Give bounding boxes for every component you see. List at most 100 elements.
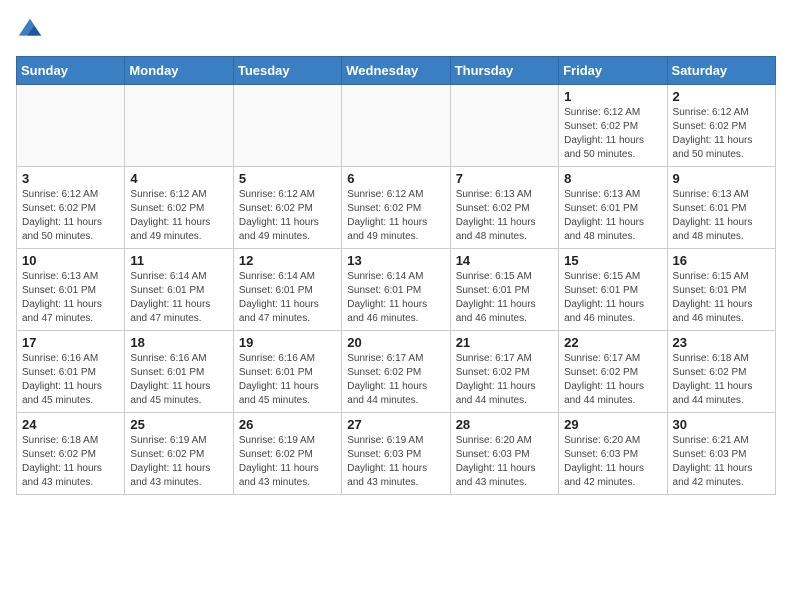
logo [16, 16, 48, 44]
calendar-cell: 22 Sunrise: 6:17 AM Sunset: 6:02 PM Dayli… [559, 331, 667, 413]
day-info: Sunrise: 6:17 AM Sunset: 6:02 PM Dayligh… [564, 352, 661, 408]
day-number: 19 [239, 335, 336, 350]
day-number: 27 [347, 417, 444, 432]
day-number: 21 [456, 335, 553, 350]
calendar-cell: 30 Sunrise: 6:21 AM Sunset: 6:03 PM Dayli… [667, 413, 775, 495]
day-number: 26 [239, 417, 336, 432]
calendar-cell: 9 Sunrise: 6:13 AM Sunset: 6:01 PM Daylig… [667, 167, 775, 249]
calendar-cell: 24 Sunrise: 6:18 AM Sunset: 6:02 PM Dayli… [17, 413, 125, 495]
day-number: 28 [456, 417, 553, 432]
calendar-cell: 29 Sunrise: 6:20 AM Sunset: 6:03 PM Dayli… [559, 413, 667, 495]
day-info: Sunrise: 6:19 AM Sunset: 6:03 PM Dayligh… [347, 434, 444, 490]
day-info: Sunrise: 6:20 AM Sunset: 6:03 PM Dayligh… [564, 434, 661, 490]
calendar-cell [450, 85, 558, 167]
day-number: 29 [564, 417, 661, 432]
day-number: 14 [456, 253, 553, 268]
day-number: 15 [564, 253, 661, 268]
calendar-cell [17, 85, 125, 167]
calendar-cell: 8 Sunrise: 6:13 AM Sunset: 6:01 PM Daylig… [559, 167, 667, 249]
day-info: Sunrise: 6:18 AM Sunset: 6:02 PM Dayligh… [673, 352, 770, 408]
day-number: 8 [564, 171, 661, 186]
day-number: 18 [130, 335, 227, 350]
calendar-cell: 14 Sunrise: 6:15 AM Sunset: 6:01 PM Dayli… [450, 249, 558, 331]
day-info: Sunrise: 6:12 AM Sunset: 6:02 PM Dayligh… [22, 188, 119, 244]
day-info: Sunrise: 6:12 AM Sunset: 6:02 PM Dayligh… [564, 106, 661, 162]
calendar-cell: 16 Sunrise: 6:15 AM Sunset: 6:01 PM Dayli… [667, 249, 775, 331]
calendar-week-row: 3 Sunrise: 6:12 AM Sunset: 6:02 PM Daylig… [17, 167, 776, 249]
day-info: Sunrise: 6:17 AM Sunset: 6:02 PM Dayligh… [456, 352, 553, 408]
calendar-cell [342, 85, 450, 167]
calendar-cell [233, 85, 341, 167]
calendar-header-thursday: Thursday [450, 57, 558, 85]
day-number: 11 [130, 253, 227, 268]
calendar-cell: 28 Sunrise: 6:20 AM Sunset: 6:03 PM Dayli… [450, 413, 558, 495]
day-info: Sunrise: 6:13 AM Sunset: 6:02 PM Dayligh… [456, 188, 553, 244]
day-info: Sunrise: 6:19 AM Sunset: 6:02 PM Dayligh… [239, 434, 336, 490]
logo-icon [16, 16, 44, 44]
calendar-cell: 2 Sunrise: 6:12 AM Sunset: 6:02 PM Daylig… [667, 85, 775, 167]
calendar-week-row: 10Sunrise: 6:13 AM Sunset: 6:01 PM Dayli… [17, 249, 776, 331]
calendar-week-row: 24 Sunrise: 6:18 AM Sunset: 6:02 PM Dayli… [17, 413, 776, 495]
day-info: Sunrise: 6:15 AM Sunset: 6:01 PM Dayligh… [673, 270, 770, 326]
day-number: 20 [347, 335, 444, 350]
calendar-week-row: 17 Sunrise: 6:16 AM Sunset: 6:01 PM Dayli… [17, 331, 776, 413]
day-info: Sunrise: 6:16 AM Sunset: 6:01 PM Dayligh… [130, 352, 227, 408]
day-info: Sunrise: 6:15 AM Sunset: 6:01 PM Dayligh… [456, 270, 553, 326]
day-number: 25 [130, 417, 227, 432]
day-info: Sunrise: 6:14 AM Sunset: 6:01 PM Dayligh… [130, 270, 227, 326]
calendar-header-friday: Friday [559, 57, 667, 85]
calendar-header-monday: Monday [125, 57, 233, 85]
calendar-cell: 17Sunrise: 6:16 AM Sunset: 6:01 PM Dayli… [17, 331, 125, 413]
day-number: 17 [22, 335, 119, 350]
calendar-cell: 12 Sunrise: 6:14 AM Sunset: 6:01 PM Dayli… [233, 249, 341, 331]
day-number: 10 [22, 253, 119, 268]
calendar-cell [125, 85, 233, 167]
day-info: Sunrise: 6:14 AM Sunset: 6:01 PM Dayligh… [347, 270, 444, 326]
calendar-cell: 3 Sunrise: 6:12 AM Sunset: 6:02 PM Daylig… [17, 167, 125, 249]
day-number: 3 [22, 171, 119, 186]
day-info: Sunrise: 6:14 AM Sunset: 6:01 PM Dayligh… [239, 270, 336, 326]
day-info: Sunrise: 6:18 AM Sunset: 6:02 PM Dayligh… [22, 434, 119, 490]
day-number: 24 [22, 417, 119, 432]
day-number: 2 [673, 89, 770, 104]
day-number: 1 [564, 89, 661, 104]
day-number: 30 [673, 417, 770, 432]
day-number: 4 [130, 171, 227, 186]
day-number: 12 [239, 253, 336, 268]
calendar-cell: 5 Sunrise: 6:12 AM Sunset: 6:02 PM Daylig… [233, 167, 341, 249]
day-info: Sunrise: 6:12 AM Sunset: 6:02 PM Dayligh… [347, 188, 444, 244]
day-info: Sunrise: 6:21 AM Sunset: 6:03 PM Dayligh… [673, 434, 770, 490]
calendar-cell: 15 Sunrise: 6:15 AM Sunset: 6:01 PM Dayli… [559, 249, 667, 331]
page-header [16, 16, 776, 44]
calendar-cell: 13 Sunrise: 6:14 AM Sunset: 6:01 PM Dayli… [342, 249, 450, 331]
calendar-cell: 6 Sunrise: 6:12 AM Sunset: 6:02 PM Daylig… [342, 167, 450, 249]
calendar-table: SundayMondayTuesdayWednesdayThursdayFrid… [16, 56, 776, 495]
day-info: Sunrise: 6:20 AM Sunset: 6:03 PM Dayligh… [456, 434, 553, 490]
calendar-header-tuesday: Tuesday [233, 57, 341, 85]
day-number: 16 [673, 253, 770, 268]
calendar-cell: 27 Sunrise: 6:19 AM Sunset: 6:03 PM Dayli… [342, 413, 450, 495]
day-number: 23 [673, 335, 770, 350]
calendar-header-saturday: Saturday [667, 57, 775, 85]
calendar-cell: 23 Sunrise: 6:18 AM Sunset: 6:02 PM Dayli… [667, 331, 775, 413]
day-info: Sunrise: 6:15 AM Sunset: 6:01 PM Dayligh… [564, 270, 661, 326]
day-info: Sunrise: 6:12 AM Sunset: 6:02 PM Dayligh… [239, 188, 336, 244]
calendar-cell: 26 Sunrise: 6:19 AM Sunset: 6:02 PM Dayli… [233, 413, 341, 495]
calendar-cell: 19Sunrise: 6:16 AM Sunset: 6:01 PM Dayli… [233, 331, 341, 413]
day-number: 13 [347, 253, 444, 268]
day-number: 6 [347, 171, 444, 186]
day-number: 9 [673, 171, 770, 186]
calendar-cell: 1 Sunrise: 6:12 AM Sunset: 6:02 PM Daylig… [559, 85, 667, 167]
calendar-header-sunday: Sunday [17, 57, 125, 85]
day-info: Sunrise: 6:13 AM Sunset: 6:01 PM Dayligh… [564, 188, 661, 244]
day-info: Sunrise: 6:12 AM Sunset: 6:02 PM Dayligh… [130, 188, 227, 244]
day-number: 5 [239, 171, 336, 186]
calendar-cell: 7 Sunrise: 6:13 AM Sunset: 6:02 PM Daylig… [450, 167, 558, 249]
day-info: Sunrise: 6:19 AM Sunset: 6:02 PM Dayligh… [130, 434, 227, 490]
day-info: Sunrise: 6:12 AM Sunset: 6:02 PM Dayligh… [673, 106, 770, 162]
day-number: 7 [456, 171, 553, 186]
day-number: 22 [564, 335, 661, 350]
calendar-cell: 11 Sunrise: 6:14 AM Sunset: 6:01 PM Dayli… [125, 249, 233, 331]
day-info: Sunrise: 6:13 AM Sunset: 6:01 PM Dayligh… [673, 188, 770, 244]
calendar-cell: 10Sunrise: 6:13 AM Sunset: 6:01 PM Dayli… [17, 249, 125, 331]
